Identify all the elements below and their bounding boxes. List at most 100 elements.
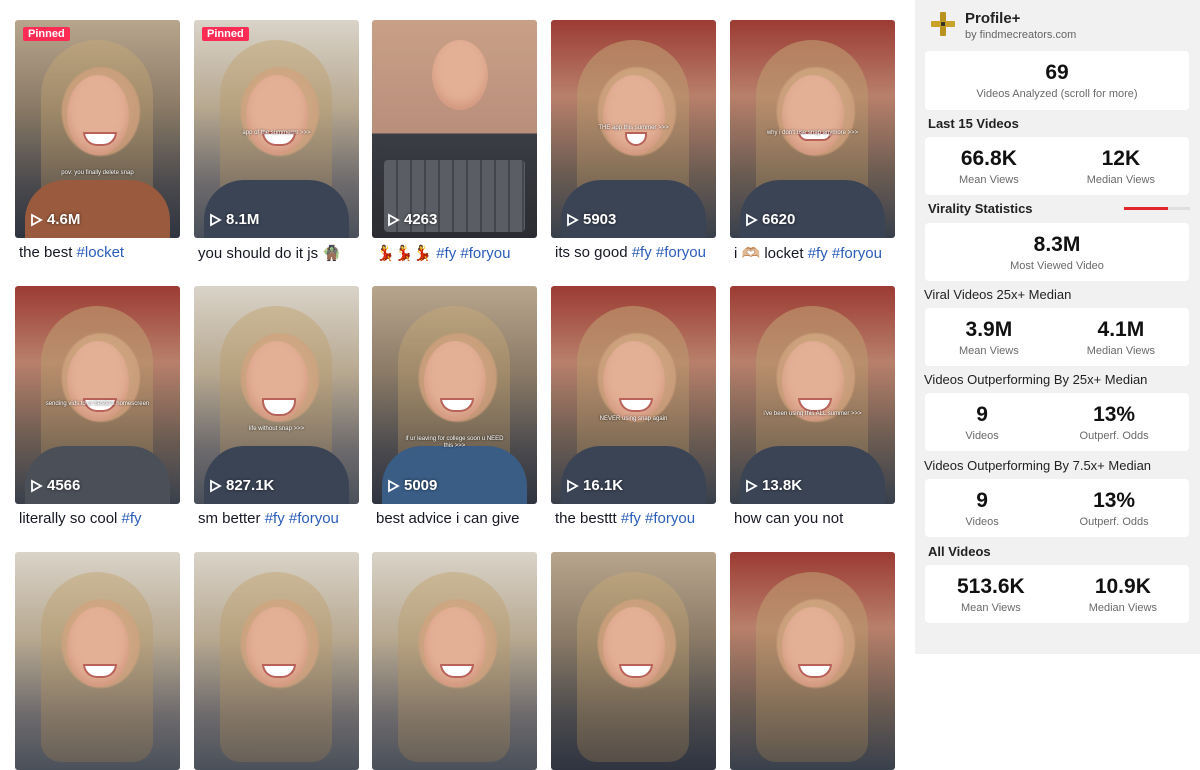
video-card[interactable] — [730, 552, 895, 770]
play-icon — [746, 478, 758, 493]
video-title[interactable]: literally so cool #fy — [15, 510, 180, 527]
video-card[interactable]: NEVER using snap again 16.1K the besttt … — [551, 286, 716, 527]
play-icon — [31, 212, 43, 227]
hashtag[interactable]: #fy #foryou — [808, 245, 882, 262]
mean-views: 66.8K — [960, 146, 1017, 170]
video-card[interactable] — [15, 552, 180, 770]
pinned-badge: Pinned — [202, 27, 249, 41]
video-thumbnail[interactable]: THE app this summer >>> 5903 — [551, 20, 716, 238]
outperform-25x-card: 9 Videos 13% Outperf. Odds — [925, 393, 1189, 451]
video-title[interactable]: 💃💃💃 #fy #foryou — [372, 244, 537, 262]
play-icon — [31, 478, 43, 493]
video-caption: i've been using this ALL summer >>> — [763, 411, 862, 417]
hashtag[interactable]: #fy — [122, 510, 142, 527]
view-count: 6620 — [762, 211, 796, 228]
view-count: 5009 — [404, 477, 438, 494]
video-title[interactable]: you should do it js 🧌 — [194, 244, 359, 262]
brand-header: Profile+ by findmecreators.com — [929, 10, 1076, 41]
video-thumbnail[interactable] — [194, 552, 359, 770]
median-views: 12K — [1101, 146, 1141, 170]
section-title: All Videos — [928, 544, 991, 559]
play-icon — [210, 212, 222, 227]
video-caption: sending vids to ur bestie's homescreen — [45, 401, 150, 407]
video-card[interactable] — [551, 552, 716, 770]
video-thumbnail[interactable]: why i don't use snap anymore >>> 6620 — [730, 20, 895, 238]
viral-videos-card: 3.9M Mean Views 4.1M Median Views — [925, 308, 1189, 366]
view-count: 4263 — [404, 211, 438, 228]
view-count: 13.8K — [762, 477, 803, 494]
play-icon — [388, 478, 400, 493]
video-title[interactable]: how can you not — [730, 510, 895, 527]
video-card[interactable]: pov: you finally delete snap Pinned 4.6M… — [15, 20, 180, 261]
video-title[interactable]: the besttt #fy #foryou — [551, 510, 716, 527]
hashtag[interactable]: #fy #foryou — [436, 245, 510, 262]
video-thumbnail[interactable]: 4263 — [372, 20, 537, 238]
video-caption: why i don't use snap anymore >>> — [766, 130, 859, 136]
virality-bar — [1124, 207, 1190, 210]
video-caption: NEVER using snap again — [599, 416, 668, 422]
videos-analyzed-card: 69 Videos Analyzed (scroll for more) — [925, 51, 1189, 110]
most-viewed-value: 8.3M — [1033, 232, 1081, 256]
video-caption: pov: you finally delete snap — [61, 170, 134, 176]
section-title: Virality Statistics — [928, 201, 1033, 216]
video-card[interactable]: i've been using this ALL summer >>> 13.8… — [730, 286, 895, 527]
video-thumbnail[interactable]: NEVER using snap again 16.1K — [551, 286, 716, 504]
video-thumbnail[interactable]: sending vids to ur bestie's homescreen 4… — [15, 286, 180, 504]
video-card[interactable]: app of the summerrrr >>> Pinned 8.1M you… — [194, 20, 359, 262]
hashtag[interactable]: #locket — [77, 244, 125, 261]
profile-plus-panel: Profile+ by findmecreators.com 69 Videos … — [915, 0, 1200, 654]
video-caption: if ur leaving for college soon u NEED th… — [405, 436, 504, 449]
video-thumbnail[interactable]: life without snap >>> 827.1K — [194, 286, 359, 504]
video-thumbnail[interactable] — [551, 552, 716, 770]
view-count: 8.1M — [226, 211, 260, 228]
video-thumbnail[interactable]: i've been using this ALL summer >>> 13.8… — [730, 286, 895, 504]
video-card[interactable]: 4263 💃💃💃 #fy #foryou — [372, 20, 537, 262]
play-icon — [746, 212, 758, 227]
section-title: Last 15 Videos — [928, 116, 1019, 131]
hashtag[interactable]: #fy #foryou — [265, 510, 339, 527]
video-thumbnail[interactable] — [730, 552, 895, 770]
video-title[interactable]: its so good #fy #foryou — [551, 244, 716, 261]
play-icon — [567, 212, 579, 227]
video-title[interactable]: best advice i can give — [372, 510, 537, 527]
video-thumbnail[interactable]: if ur leaving for college soon u NEED th… — [372, 286, 537, 504]
video-title[interactable]: sm better #fy #foryou — [194, 510, 359, 527]
brand-link[interactable]: by findmecreators.com — [965, 29, 1076, 41]
section-title: Videos Outperforming By 7.5x+ Median — [924, 458, 1152, 473]
video-caption: THE app this summer >>> — [598, 125, 669, 131]
view-count: 4566 — [47, 477, 81, 494]
view-count: 4.6M — [47, 211, 81, 228]
video-title[interactable]: the best #locket — [15, 244, 180, 261]
video-card[interactable]: if ur leaving for college soon u NEED th… — [372, 286, 537, 527]
video-card[interactable]: THE app this summer >>> 5903 its so good… — [551, 20, 716, 261]
most-viewed-card: 8.3M Most Viewed Video — [925, 223, 1189, 281]
video-caption: app of the summerrrr >>> — [242, 130, 311, 136]
section-title: Viral Videos 25x+ Median — [924, 287, 1072, 302]
video-title[interactable]: i 🫶🏼 locket #fy #foryou — [730, 244, 895, 262]
play-icon — [567, 478, 579, 493]
video-card[interactable]: why i don't use snap anymore >>> 6620 i … — [730, 20, 895, 262]
view-count: 5903 — [583, 211, 617, 228]
view-count: 827.1K — [226, 477, 275, 494]
pinned-badge: Pinned — [23, 27, 70, 41]
outperform-7-5x-card: 9 Videos 13% Outperf. Odds — [925, 479, 1189, 537]
all-videos-card: 513.6K Mean Views 10.9K Median Views — [925, 565, 1189, 623]
hashtag[interactable]: #fy #foryou — [621, 510, 695, 527]
brand-name: Profile+ — [965, 10, 1021, 27]
video-grid: pov: you finally delete snap Pinned 4.6M… — [0, 0, 914, 770]
view-count: 16.1K — [583, 477, 624, 494]
last15-card: 66.8K Mean Views 12K Median Views — [925, 137, 1189, 195]
video-card[interactable] — [194, 552, 359, 770]
analyzed-count: 69 — [1045, 61, 1069, 84]
video-thumbnail[interactable] — [372, 552, 537, 770]
play-icon — [388, 212, 400, 227]
video-thumbnail[interactable] — [15, 552, 180, 770]
analyzed-label: Videos Analyzed (scroll for more) — [976, 88, 1138, 100]
play-icon — [210, 478, 222, 493]
video-card[interactable]: life without snap >>> 827.1K sm better #… — [194, 286, 359, 527]
video-thumbnail[interactable]: pov: you finally delete snap Pinned 4.6M — [15, 20, 180, 238]
video-thumbnail[interactable]: app of the summerrrr >>> Pinned 8.1M — [194, 20, 359, 238]
hashtag[interactable]: #fy #foryou — [632, 244, 706, 261]
video-card[interactable] — [372, 552, 537, 770]
video-card[interactable]: sending vids to ur bestie's homescreen 4… — [15, 286, 180, 527]
